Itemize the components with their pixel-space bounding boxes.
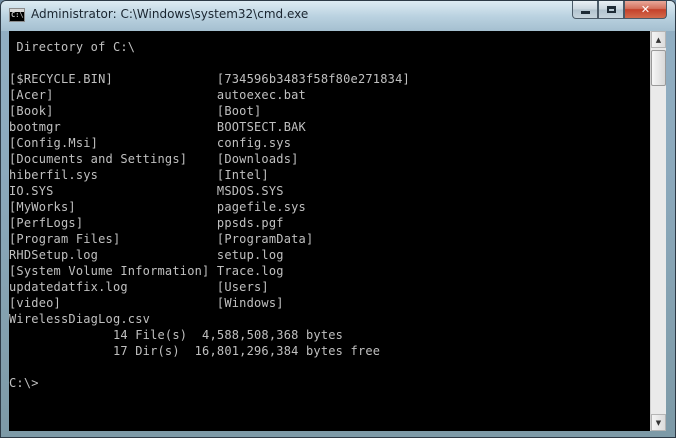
console-line: 14 File(s) 4,588,508,368 bytes <box>9 328 344 342</box>
title-bar[interactable]: C:\ Administrator: C:\Windows\system32\c… <box>1 1 675 31</box>
close-button[interactable]: ✕ <box>624 1 667 19</box>
console-line: [$RECYCLE.BIN] [734596b3483f58f80e271834… <box>9 72 410 86</box>
console-line: [Config.Msi] config.sys <box>9 136 292 150</box>
console-line: [MyWorks] pagefile.sys <box>9 200 306 214</box>
console-text: Directory of C:\ [$RECYCLE.BIN] [734596b… <box>9 31 650 391</box>
console-line: [System Volume Information] Trace.log <box>9 264 284 278</box>
scroll-down-arrow-icon: ▼ <box>655 418 662 427</box>
console-line: [video] [Windows] <box>9 296 284 310</box>
console-line: C:\> <box>9 376 39 390</box>
close-icon: ✕ <box>640 3 651 16</box>
console-line: [Documents and Settings] [Downloads] <box>9 152 299 166</box>
vertical-scrollbar[interactable]: ▲ ▼ <box>650 31 666 431</box>
scroll-thumb[interactable] <box>651 50 666 86</box>
icon-glyph: C:\ <box>11 11 24 19</box>
cmd-app-icon[interactable]: C:\ <box>9 8 25 22</box>
scroll-down-button[interactable]: ▼ <box>651 414 666 431</box>
console-line: hiberfil.sys [Intel] <box>9 168 269 182</box>
scroll-up-arrow-icon: ▲ <box>655 35 662 44</box>
minimize-button[interactable] <box>572 1 598 19</box>
console-line: bootmgr BOOTSECT.BAK <box>9 120 306 134</box>
console-output[interactable]: Directory of C:\ [$RECYCLE.BIN] [734596b… <box>9 31 650 431</box>
console-line: IO.SYS MSDOS.SYS <box>9 184 284 198</box>
console-line: WirelessDiagLog.csv <box>9 312 151 326</box>
cmd-window: C:\ Administrator: C:\Windows\system32\c… <box>0 0 676 438</box>
minimize-icon <box>580 11 590 14</box>
console-line: updatedatfix.log [Users] <box>9 280 269 294</box>
console-line: [Acer] autoexec.bat <box>9 88 306 102</box>
console-line: [Program Files] [ProgramData] <box>9 232 314 246</box>
console-line: [PerfLogs] ppsds.pgf <box>9 216 284 230</box>
console-line: 17 Dir(s) 16,801,296,384 bytes free <box>9 344 381 358</box>
console-line: [Book] [Boot] <box>9 104 262 118</box>
maximize-icon <box>606 6 616 13</box>
console-line: Directory of C:\ <box>9 40 136 54</box>
window-controls: ✕ <box>572 1 667 21</box>
window-frame-bottom <box>1 431 675 437</box>
maximize-button[interactable] <box>598 1 624 19</box>
window-title: Administrator: C:\Windows\system32\cmd.e… <box>31 7 309 21</box>
console-line: RHDSetup.log setup.log <box>9 248 284 262</box>
scroll-up-button[interactable]: ▲ <box>651 31 666 48</box>
